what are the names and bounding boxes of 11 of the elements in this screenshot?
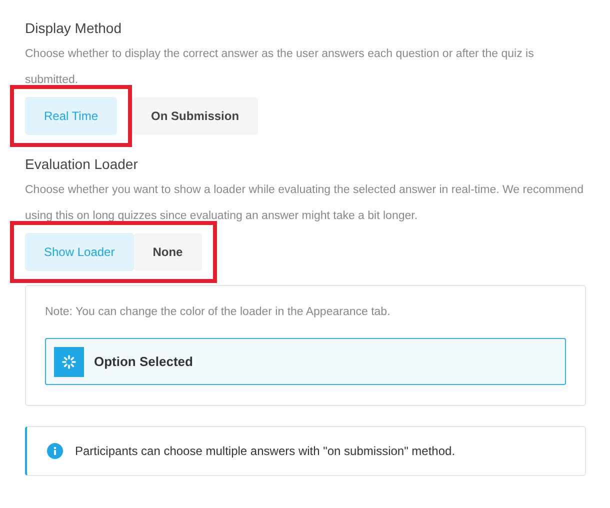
option-button[interactable]: None bbox=[134, 233, 202, 271]
loader-icon bbox=[54, 346, 84, 376]
section-description: Choose whether you want to show a loader while evaluating the selected answer in real-time. We recommend using this on long quizzes since evaluating an answer might take a bit longer. bbox=[25, 183, 584, 224]
info-icon bbox=[47, 443, 63, 459]
info-text: Participants can choose multiple answers with "on submission" method. bbox=[75, 444, 456, 458]
section-title: Evaluation Loader bbox=[25, 155, 139, 174]
option-button[interactable]: On Submission bbox=[132, 97, 258, 135]
section-description: Choose whether to display the correct answer as the user answers each question or after the quiz is submitted. bbox=[25, 47, 535, 88]
section-title: Display Method bbox=[25, 19, 122, 38]
preview-label: Option Selected bbox=[94, 354, 193, 369]
note-text: Note: You can change the color of the loader in the Appearance tab. bbox=[45, 306, 392, 318]
